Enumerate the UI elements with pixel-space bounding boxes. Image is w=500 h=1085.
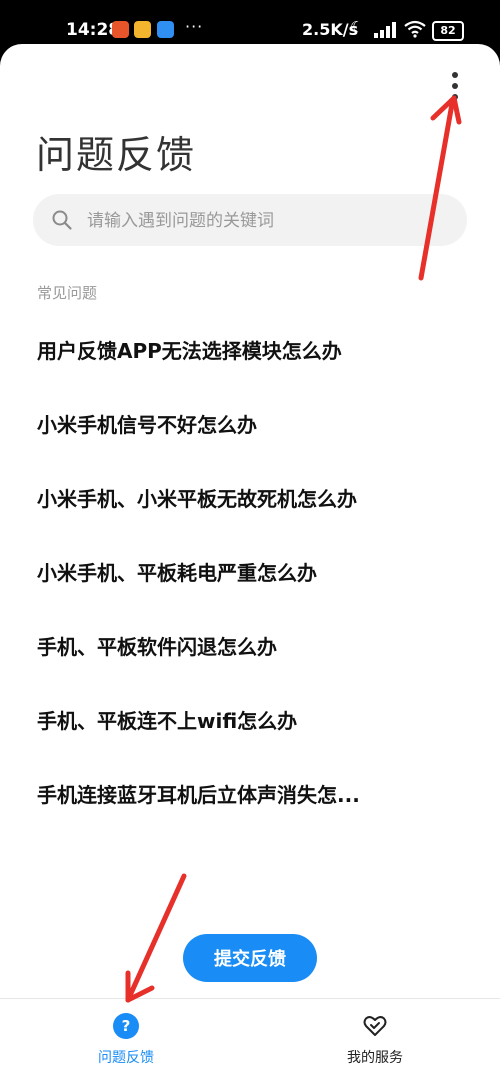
signal-icon (374, 22, 400, 38)
tab-feedback-label: 问题反馈 (98, 1050, 154, 1066)
more-menu-button[interactable] (440, 68, 470, 104)
bottom-nav: ? 问题反馈 我的服务 (0, 998, 500, 1085)
tab-my-service[interactable]: 我的服务 (305, 999, 445, 1085)
faq-item[interactable]: 小米手机信号不好怎么办 (0, 393, 500, 467)
notification-app-icon (112, 21, 129, 38)
weibo-icon (134, 21, 151, 38)
do-not-disturb-icon: ☾ (350, 18, 364, 36)
faq-item[interactable]: 小米手机、平板耗电严重怎么办 (0, 541, 500, 615)
tab-my-service-label: 我的服务 (347, 1050, 403, 1066)
help-icon: ? (113, 1013, 139, 1039)
search-input[interactable] (85, 194, 449, 248)
feedback-sheet: 问题反馈 常见问题 用户反馈APP无法选择模块怎么办 小米手机信号不好怎么办 小… (0, 44, 500, 1085)
more-vert-icon (452, 72, 458, 78)
search-icon (52, 210, 72, 230)
search-box[interactable] (33, 194, 467, 248)
page-title: 问题反馈 (36, 133, 197, 177)
wifi-icon (404, 20, 426, 38)
tab-feedback[interactable]: ? 问题反馈 (56, 999, 196, 1085)
faq-item[interactable]: 用户反馈APP无法选择模块怎么办 (0, 319, 500, 393)
more-notifications-icon: ··· (185, 17, 204, 36)
faq-item[interactable]: 小米手机、小米平板无故死机怎么办 (0, 467, 500, 541)
more-vert-icon-dot (452, 83, 458, 89)
notification-app-icon (157, 21, 174, 38)
battery-icon: 82 (432, 21, 464, 41)
more-vert-icon-dot (452, 94, 458, 100)
faq-item[interactable]: 手机、平板软件闪退怎么办 (0, 615, 500, 689)
section-label: 常见问题 (37, 284, 98, 302)
faq-item[interactable]: 手机、平板连不上wifi怎么办 (0, 689, 500, 763)
faq-list: 用户反馈APP无法选择模块怎么办 小米手机信号不好怎么办 小米手机、小米平板无故… (0, 319, 500, 837)
submit-feedback-button[interactable]: 提交反馈 (183, 934, 317, 982)
faq-item[interactable]: 手机连接蓝牙耳机后立体声消失怎... (0, 763, 500, 837)
heart-icon (363, 1016, 387, 1036)
